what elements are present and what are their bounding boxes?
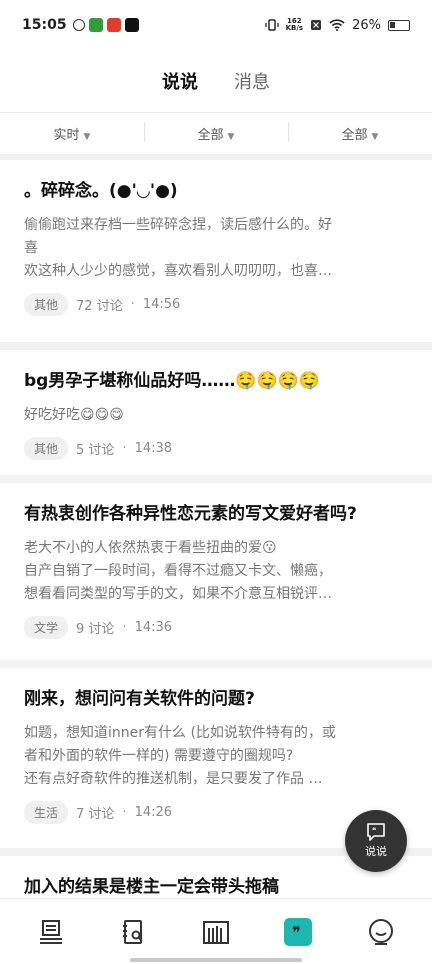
post-meta: 其他 5 讨论 · 14:38 [24,437,408,476]
post-card[interactable]: 有热衷创作各种异性恋元素的写文爱好者吗? 老大不小的人依然热衷于看些扭曲的爱😗 自… [0,483,432,660]
wifi-icon [329,19,345,31]
sim-off-icon [311,20,322,30]
nav-profile[interactable] [356,907,406,957]
nav-home[interactable] [26,907,76,957]
game-notification-icon [88,18,103,32]
caret-down-icon: ▼ [371,132,379,142]
post-excerpt: 如题，想知道inner有什么 (比如说软件特有的，或 者和外面的软件一样的) 需要… [24,725,336,787]
battery-percent: 26% [352,17,381,33]
post-excerpt: 好吃好吃😋😋😋 [24,407,124,423]
svg-text:❝: ❝ [372,826,376,835]
post-card[interactable]: 。碎碎念。(●'◡'●) 偷偷跑过来存档一些碎碎念捏，读后感什么的。好喜欢这种人… [0,160,432,342]
filter-category[interactable]: 全部 ▼ [144,122,288,143]
post-discussions: 9 讨论 [76,622,115,637]
post-shuoshuo-button[interactable]: ❝ 说说 [345,810,407,872]
quote-icon: ❞ [284,917,313,946]
nav-discover[interactable] [109,907,159,957]
battery-icon [388,19,410,31]
fab-label: 说说 [365,845,387,858]
separator-dot: · [122,620,127,635]
post-tag[interactable]: 文学 [24,616,69,639]
quote-bubble-icon: ❝ [367,823,385,841]
post-discussions: 5 讨论 [76,443,115,458]
post-tag[interactable]: 其他 [24,437,69,460]
vibrate-icon [264,19,279,31]
top-tabs: 说说 消息 [0,50,432,112]
post-excerpt: 老大不小的人依然热衷于看些扭曲的爱😗 自产自销了一段时间，看得不过瘾又卡文、懒癌，… [24,540,332,602]
post-title: 刚来，想问问有关软件的问题? [24,689,255,709]
bottom-nav: ❞ [0,898,432,964]
filter-scope[interactable]: 全部 ▼ [288,122,432,143]
status-bar: 15:05 162 KB/s 26% [0,0,432,50]
post-time: 14:38 [134,441,173,456]
home-indicator[interactable] [130,958,302,962]
status-icons: 162 KB/s 26% [264,17,410,33]
post-title: 有热衷创作各种异性恋元素的写文爱好者吗? [24,504,357,524]
caret-down-icon: ▼ [83,132,91,142]
app-notification-icon [72,19,85,31]
caret-down-icon: ▼ [227,132,235,142]
post-discussions: 72 讨论 [76,299,123,314]
notebook-search-icon [122,919,143,944]
separator-dot: · [122,805,127,820]
nav-shuoshuo[interactable]: ❞ [273,907,323,957]
post-excerpt: 偷偷跑过来存档一些碎碎念捏，读后感什么的。好喜欢这种人少少的感觉，喜欢看别人叨叨… [24,217,332,279]
stack-icon [40,919,63,944]
svg-text:❞: ❞ [292,925,301,939]
filter-bar: 实时 ▼ 全部 ▼ 全部 ▼ [0,112,432,154]
net-speed: 162 KB/s [285,17,304,32]
separator-dot: · [122,441,127,456]
filter-sort[interactable]: 实时 ▼ [0,124,144,143]
post-discussions: 7 讨论 [76,807,115,822]
separator-dot: · [130,297,135,312]
nav-library[interactable] [191,907,241,957]
post-title: 加入的结果是楼主一定会带头拖稿 [24,877,279,897]
post-time: 14:26 [134,805,173,820]
post-card[interactable]: bg男孕子堪称仙品好吗……🤤🤤🤤🤤 好吃好吃😋😋😋 其他 5 讨论 · 14:3… [0,350,432,475]
post-meta: 文学 9 讨论 · 14:36 [24,616,408,655]
post-meta: 其他 72 讨论 · 14:56 [24,293,408,332]
video-notification-icon [106,18,121,32]
post-tag[interactable]: 其他 [24,293,69,316]
tab-messages[interactable]: 消息 [232,68,272,94]
tab-shuoshuo[interactable]: 说说 [156,68,204,94]
post-title: bg男孕子堪称仙品好吗……🤤🤤🤤🤤 [24,371,321,391]
post-time: 14:56 [142,297,181,312]
tiktok-notification-icon [124,18,139,32]
post-title: 。碎碎念。(●'◡'●) [24,181,178,201]
post-time: 14:36 [134,620,173,635]
smile-face-icon [368,918,393,945]
library-icon [202,920,229,944]
status-time: 15:05 [22,17,67,33]
post-tag[interactable]: 生活 [24,801,69,824]
